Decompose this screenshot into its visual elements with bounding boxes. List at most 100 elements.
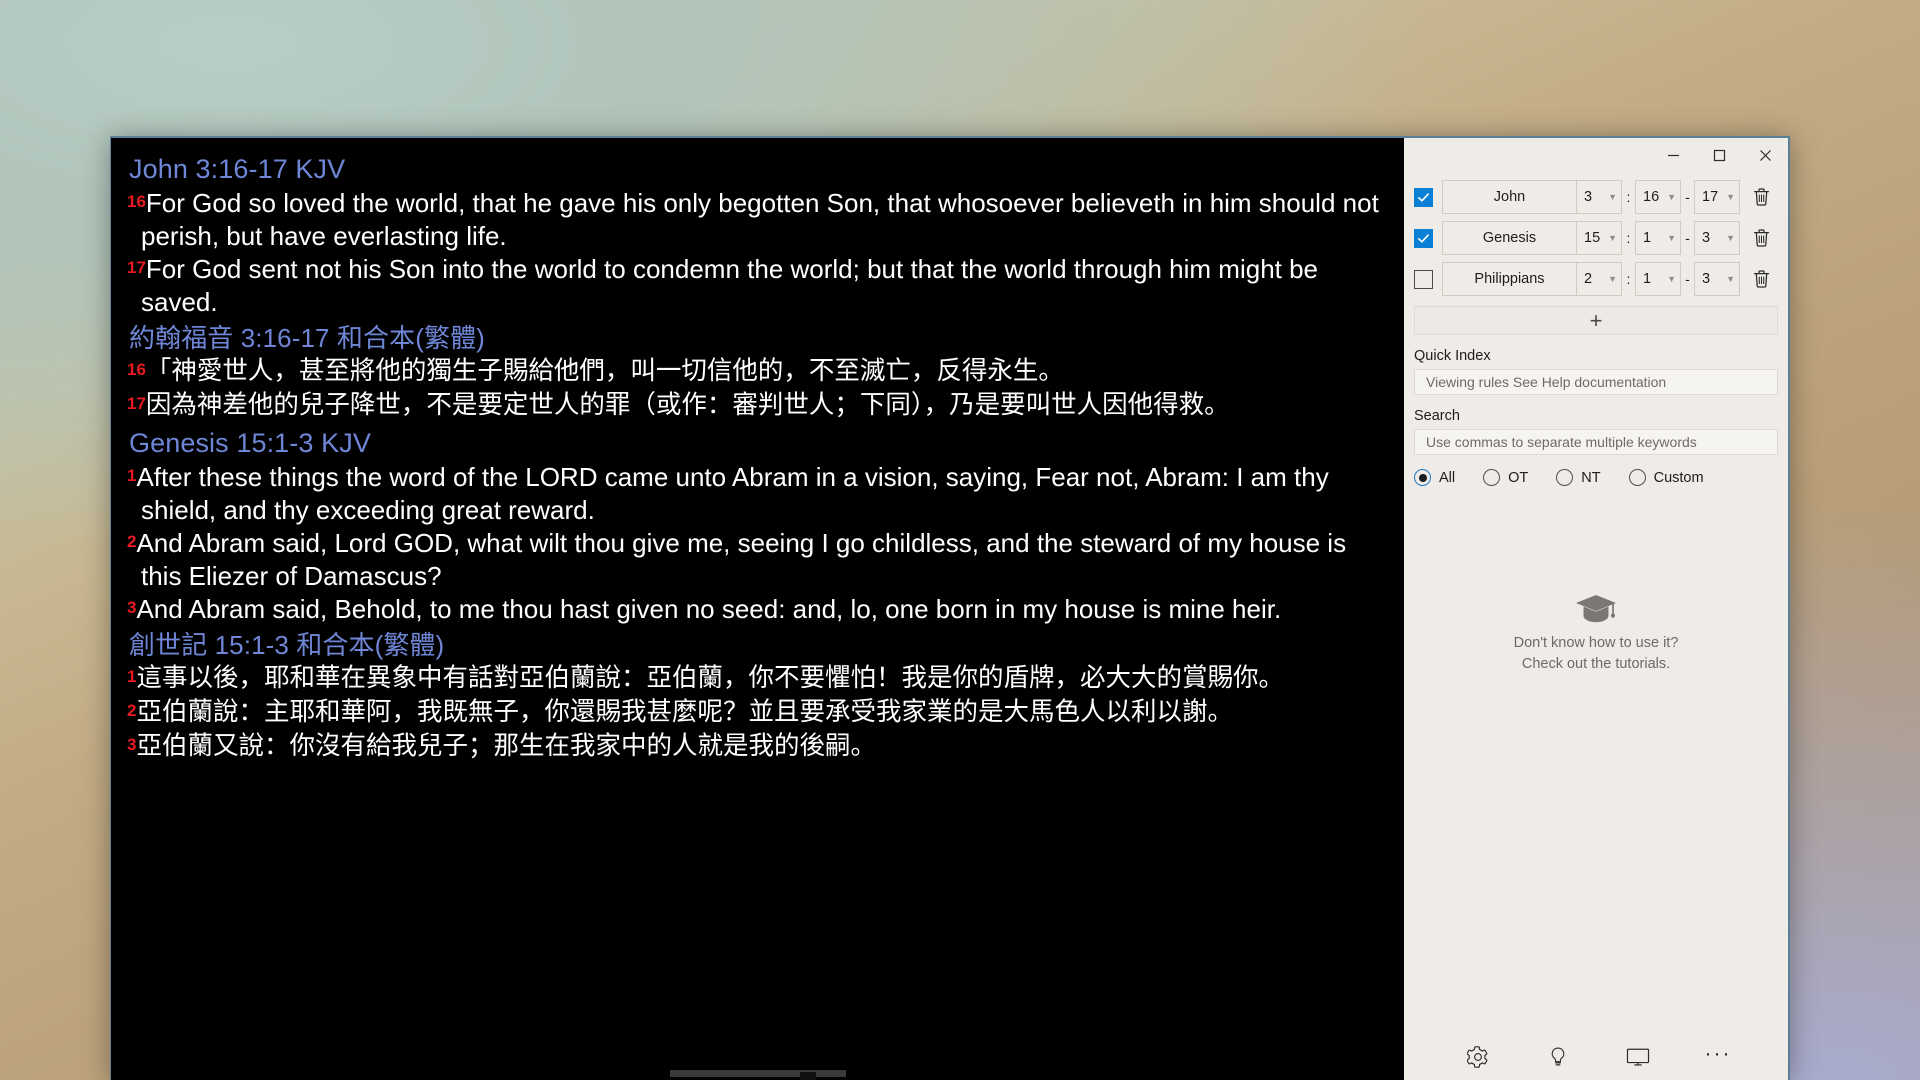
verse-line: 2亞伯蘭說：主耶和華阿，我既無子，你還賜我甚麼呢？並且要承受我家業的是大馬色人以… (127, 696, 1388, 730)
book-label: Philippians (1474, 271, 1545, 287)
maximize-icon (1713, 149, 1725, 161)
reference-row: Genesis 15 ▼:1 ▼ -3 ▼ (1414, 219, 1778, 257)
verse-text: After these things the word of the LORD … (136, 462, 1329, 526)
scope-radio-nt[interactable]: NT (1556, 469, 1601, 486)
book-label: Genesis (1482, 230, 1537, 246)
book-label: John (1493, 189, 1526, 205)
reference-row: John 3 ▼:16 ▼ -17 ▼ (1414, 178, 1778, 216)
scope-radio-all[interactable]: All (1414, 469, 1455, 486)
verse-range-dash: - (1685, 189, 1690, 205)
tutorial-line-2: Check out the tutorials. (1521, 655, 1671, 672)
scope-radio-custom[interactable]: Custom (1628, 469, 1704, 486)
display-button[interactable] (1617, 1040, 1659, 1074)
close-button[interactable] (1742, 138, 1788, 172)
add-reference-button[interactable]: + (1414, 306, 1778, 335)
scope-radio-label: NT (1581, 469, 1601, 486)
verse-range-dash: - (1685, 271, 1690, 287)
quick-index-field[interactable] (1414, 369, 1778, 395)
bible-app-window: John 3:16-17 KJV 16For God so loved the w… (110, 136, 1790, 1080)
chevron-down-icon: ▼ (1608, 191, 1617, 202)
verse-to-value: 17 (1702, 189, 1719, 205)
quick-index-label: Quick Index (1414, 348, 1491, 364)
search-field[interactable] (1414, 429, 1778, 455)
sidebar-bottom-toolbar: ··· (1404, 1034, 1788, 1080)
verse-text: 亞伯蘭又說：你沒有給我兒子；那生在我家中的人就是我的後嗣。 (136, 732, 876, 761)
maximize-button[interactable] (1696, 138, 1742, 172)
verse-text: 「神愛世人，甚至將他的獨生子賜給他們，叫一切信他的，不至滅亡，反得永生。 (145, 357, 1064, 386)
search-input[interactable] (1424, 433, 1768, 451)
passage-title: John 3:16-17 KJV (129, 154, 346, 184)
verse-range-dash: - (1685, 230, 1690, 246)
delete-reference-button[interactable] (1744, 228, 1778, 248)
verse-number: 16 (127, 360, 146, 380)
window-titlebar[interactable] (1404, 138, 1788, 172)
verse-text: And Abram said, Behold, to me thou hast … (136, 593, 1282, 624)
passage-title: 約翰福音 3:16-17 和合本(繁體) (129, 322, 485, 353)
chapter-select[interactable]: 15 ▼ (1576, 221, 1622, 255)
quick-index-input[interactable] (1424, 373, 1768, 391)
chevron-down-icon: ▼ (1667, 273, 1676, 284)
scripture-reading-pane[interactable]: John 3:16-17 KJV 16For God so loved the w… (111, 138, 1404, 1080)
chevron-down-icon: ▼ (1608, 232, 1617, 243)
radio-indicator (1483, 469, 1501, 486)
verse-from-value: 16 (1643, 189, 1660, 205)
scope-radio-ot[interactable]: OT (1483, 469, 1528, 486)
verse-from-select[interactable]: 1 ▼ (1635, 262, 1681, 296)
settings-button[interactable] (1457, 1040, 1499, 1074)
chevron-down-icon: ▼ (1726, 191, 1735, 202)
reference-enable-checkbox[interactable] (1414, 187, 1433, 207)
verse-from-select[interactable]: 16 ▼ (1635, 180, 1681, 214)
book-select[interactable]: John (1442, 180, 1576, 214)
delete-reference-button[interactable] (1744, 187, 1778, 207)
verse-text: For God so loved the world, that he gave… (141, 188, 1379, 251)
reference-enable-checkbox[interactable] (1414, 269, 1433, 289)
verse-number: 16 (127, 192, 146, 212)
verse-to-select[interactable]: 3 ▼ (1694, 262, 1740, 296)
graduation-cap-icon (1404, 594, 1788, 624)
reference-row: Philippians 2 ▼:1 ▼ -3 ▼ (1414, 260, 1778, 298)
verse-line: 16「神愛世人，甚至將他的獨生子賜給他們，叫一切信他的，不至滅亡，反得永生。 (127, 355, 1388, 389)
chevron-down-icon: ▼ (1667, 232, 1676, 243)
passage-title: Genesis 15:1-3 KJV (129, 428, 371, 459)
minimize-button[interactable] (1650, 138, 1696, 172)
verse-to-select[interactable]: 3 ▼ (1694, 221, 1740, 255)
tips-button[interactable] (1537, 1040, 1579, 1074)
chapter-value: 3 (1584, 189, 1593, 205)
chapter-value: 2 (1584, 271, 1593, 287)
delete-reference-button[interactable] (1744, 269, 1778, 289)
monitor-icon (1626, 1048, 1650, 1066)
chapter-verse-separator: : (1626, 271, 1631, 287)
verse-text: And Abram said, Lord GOD, what wilt thou… (136, 528, 1347, 591)
book-select[interactable]: Genesis (1442, 221, 1576, 255)
plus-icon: + (1589, 307, 1603, 333)
verse-scroll-container[interactable]: John 3:16-17 KJV 16For God so loved the w… (111, 138, 1404, 1080)
reference-enable-checkbox[interactable] (1414, 228, 1433, 248)
verse-line: 17For God sent not his Son into the worl… (127, 253, 1388, 319)
chapter-select[interactable]: 3 ▼ (1576, 180, 1622, 214)
passage-block: 創世記 15:1-3 和合本(繁體) 1這事以後，耶和華在異象中有話對亞伯蘭說：亞… (127, 629, 1388, 765)
tutorial-hint[interactable]: Don't know how to use it? Check out the … (1404, 594, 1788, 674)
verse-line: 1After these things the word of the LORD… (127, 461, 1388, 527)
reference-list: John 3 ▼:16 ▼ -17 ▼ Genesis 15 ▼:1 ▼ -3 ▼ Philippian… (1404, 172, 1788, 301)
lightbulb-icon (1551, 1047, 1565, 1066)
passage-title: 創世記 15:1-3 和合本(繁體) (129, 629, 445, 660)
chapter-verse-separator: : (1626, 189, 1631, 205)
radio-indicator (1628, 469, 1646, 486)
horizontal-scrollbar[interactable] (669, 1070, 846, 1077)
taskbar-sliver (800, 1072, 816, 1080)
chevron-down-icon: ▼ (1608, 273, 1617, 284)
chevron-down-icon: ▼ (1726, 232, 1735, 243)
chapter-select[interactable]: 2 ▼ (1576, 262, 1622, 296)
verse-text: For God sent not his Son into the world … (141, 253, 1319, 317)
chevron-down-icon: ▼ (1726, 273, 1735, 284)
gear-icon (1467, 1046, 1488, 1068)
radio-indicator (1556, 469, 1574, 486)
more-options-button[interactable]: ··· (1697, 1040, 1739, 1074)
verse-from-select[interactable]: 1 ▼ (1635, 221, 1681, 255)
verse-to-select[interactable]: 17 ▼ (1694, 180, 1740, 214)
verse-from-value: 1 (1643, 230, 1652, 246)
scope-radio-label: OT (1508, 469, 1529, 486)
verse-to-value: 3 (1702, 271, 1711, 287)
book-select[interactable]: Philippians (1442, 262, 1576, 296)
